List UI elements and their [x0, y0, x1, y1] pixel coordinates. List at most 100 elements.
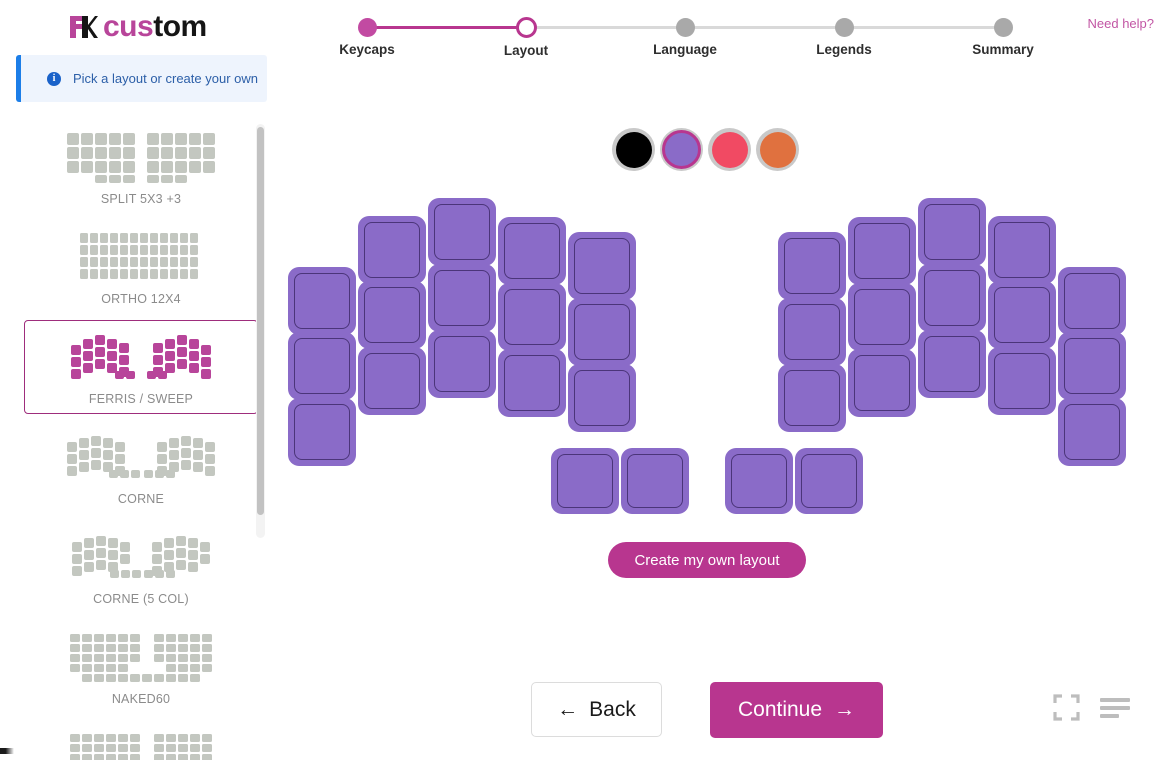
- keycap-inner-edge: [574, 304, 630, 360]
- step-keycaps[interactable]: Keycaps: [317, 8, 417, 57]
- back-button[interactable]: ← Back: [531, 682, 662, 737]
- keycap-inner-edge: [294, 404, 350, 460]
- layout-option-label: ORTHO 12X4: [101, 292, 181, 306]
- view-tools: [1053, 694, 1130, 726]
- color-swatch-pink-fill: [711, 131, 748, 168]
- keycap-inner-edge: [574, 370, 630, 426]
- keyboard-key[interactable]: [778, 298, 846, 366]
- step-dot-summary: [993, 18, 1013, 37]
- layout-thumbnail-corne5: [25, 529, 257, 587]
- keyboard-key[interactable]: [918, 330, 986, 398]
- layout-option-ferris-sweep[interactable]: FERRIS / SWEEP: [24, 320, 258, 414]
- keyboard-key[interactable]: [621, 448, 689, 514]
- keycap-inner-edge: [627, 454, 683, 508]
- brand-name-dark: tom: [153, 10, 207, 43]
- brand-logo[interactable]: cus tom: [68, 10, 207, 44]
- keyboard-key[interactable]: [498, 217, 566, 285]
- keycap-inner-edge: [434, 336, 490, 392]
- step-dot-layout: [515, 17, 537, 38]
- brand-name-accent: cus: [103, 10, 154, 43]
- keyboard-key[interactable]: [428, 330, 496, 398]
- step-summary[interactable]: Summary: [953, 8, 1053, 57]
- keycap-inner-edge: [854, 223, 910, 279]
- keyboard-key[interactable]: [428, 264, 496, 332]
- keyboard-key[interactable]: [848, 283, 916, 351]
- keyboard-key[interactable]: [288, 332, 356, 400]
- keyboard-key[interactable]: [1058, 332, 1126, 400]
- layout-option-corne[interactable]: CORNE: [24, 420, 258, 514]
- keyboard-key[interactable]: [778, 232, 846, 300]
- keycap-inner-edge: [784, 304, 840, 360]
- step-label-legends: Legends: [816, 42, 872, 57]
- keyboard-key[interactable]: [918, 198, 986, 266]
- keyboard-key[interactable]: [988, 347, 1056, 415]
- step-legends[interactable]: Legends: [794, 8, 894, 57]
- keyboard-key[interactable]: [288, 398, 356, 466]
- step-dot-legends: [834, 18, 854, 37]
- keyboard-key[interactable]: [551, 448, 619, 514]
- keycap-inner-edge: [364, 222, 420, 278]
- need-help-link[interactable]: Need help?: [1088, 16, 1155, 31]
- keycap-inner-edge: [294, 273, 350, 329]
- layout-option-corne-5col[interactable]: CORNE (5 COL): [24, 520, 258, 614]
- keyboard-key[interactable]: [498, 349, 566, 417]
- layout-option-split-5x3-3[interactable]: SPLIT 5X3 +3: [24, 120, 258, 214]
- keycap-inner-edge: [854, 289, 910, 345]
- fullscreen-icon[interactable]: [1053, 694, 1080, 726]
- keycap-inner-edge: [1064, 404, 1120, 460]
- keycap-inner-edge: [364, 353, 420, 409]
- keyboard-key[interactable]: [848, 349, 916, 417]
- keycap-inner-edge: [784, 238, 840, 294]
- keycap-inner-edge: [801, 454, 857, 508]
- keyboard-key[interactable]: [288, 267, 356, 335]
- keyboard-key[interactable]: [568, 298, 636, 366]
- arrow-left-icon: ←: [557, 697, 579, 721]
- layout-option-label: NAKED60: [111, 692, 171, 706]
- keycap-color-swatches[interactable]: [612, 128, 799, 171]
- keyboard-key[interactable]: [568, 232, 636, 300]
- color-swatch-black[interactable]: [612, 128, 655, 171]
- keyboard-key[interactable]: [848, 217, 916, 285]
- keyboard-key[interactable]: [725, 448, 793, 514]
- back-button-label: Back: [589, 697, 636, 721]
- continue-button[interactable]: Continue →: [710, 682, 883, 738]
- keycap-inner-edge: [994, 353, 1050, 409]
- create-own-layout-button[interactable]: Create my own layout: [608, 542, 806, 578]
- keyboard-key[interactable]: [358, 347, 426, 415]
- keyboard-key[interactable]: [498, 283, 566, 351]
- step-label-keycaps: Keycaps: [339, 42, 395, 57]
- list-view-icon[interactable]: [1100, 697, 1130, 724]
- keyboard-key[interactable]: [778, 364, 846, 432]
- keyboard-key[interactable]: [428, 198, 496, 266]
- keyboard-k-mark-icon: [68, 14, 98, 40]
- layout-list[interactable]: SPLIT 5X3 +3 ORTHO 12X4 FERRIS / SWEEP C…: [16, 120, 266, 760]
- keyboard-key[interactable]: [918, 264, 986, 332]
- keycap-inner-edge: [784, 370, 840, 426]
- color-swatch-purple[interactable]: [660, 128, 703, 171]
- keycap-inner-edge: [854, 355, 910, 411]
- step-label-language: Language: [653, 42, 717, 57]
- step-layout[interactable]: Layout: [476, 8, 576, 58]
- keyboard-key[interactable]: [358, 281, 426, 349]
- sidebar-scrollbar-thumb[interactable]: [257, 127, 264, 515]
- keyboard-key[interactable]: [568, 364, 636, 432]
- layout-option-label: SPLIT 5X3 +3: [100, 192, 182, 206]
- color-swatch-pink[interactable]: [708, 128, 751, 171]
- layout-thumbnail-ferris: [25, 329, 257, 387]
- sidebar-scrollbar[interactable]: [256, 124, 265, 538]
- layout-option-naked60[interactable]: NAKED60: [24, 620, 258, 714]
- keyboard-key[interactable]: [988, 216, 1056, 284]
- keycap-inner-edge: [434, 270, 490, 326]
- layout-option-partial[interactable]: [24, 720, 258, 760]
- keyboard-key[interactable]: [988, 281, 1056, 349]
- color-swatch-orange-fill: [759, 131, 796, 168]
- keyboard-key[interactable]: [1058, 267, 1126, 335]
- keyboard-key[interactable]: [795, 448, 863, 514]
- keyboard-key[interactable]: [358, 216, 426, 284]
- step-language[interactable]: Language: [635, 8, 735, 57]
- layout-option-ortho-12x4[interactable]: ORTHO 12X4: [24, 220, 258, 314]
- color-swatch-orange[interactable]: [756, 128, 799, 171]
- keyboard-key[interactable]: [1058, 398, 1126, 466]
- keycap-inner-edge: [434, 204, 490, 260]
- layout-thumbnail-naked60: [25, 629, 257, 687]
